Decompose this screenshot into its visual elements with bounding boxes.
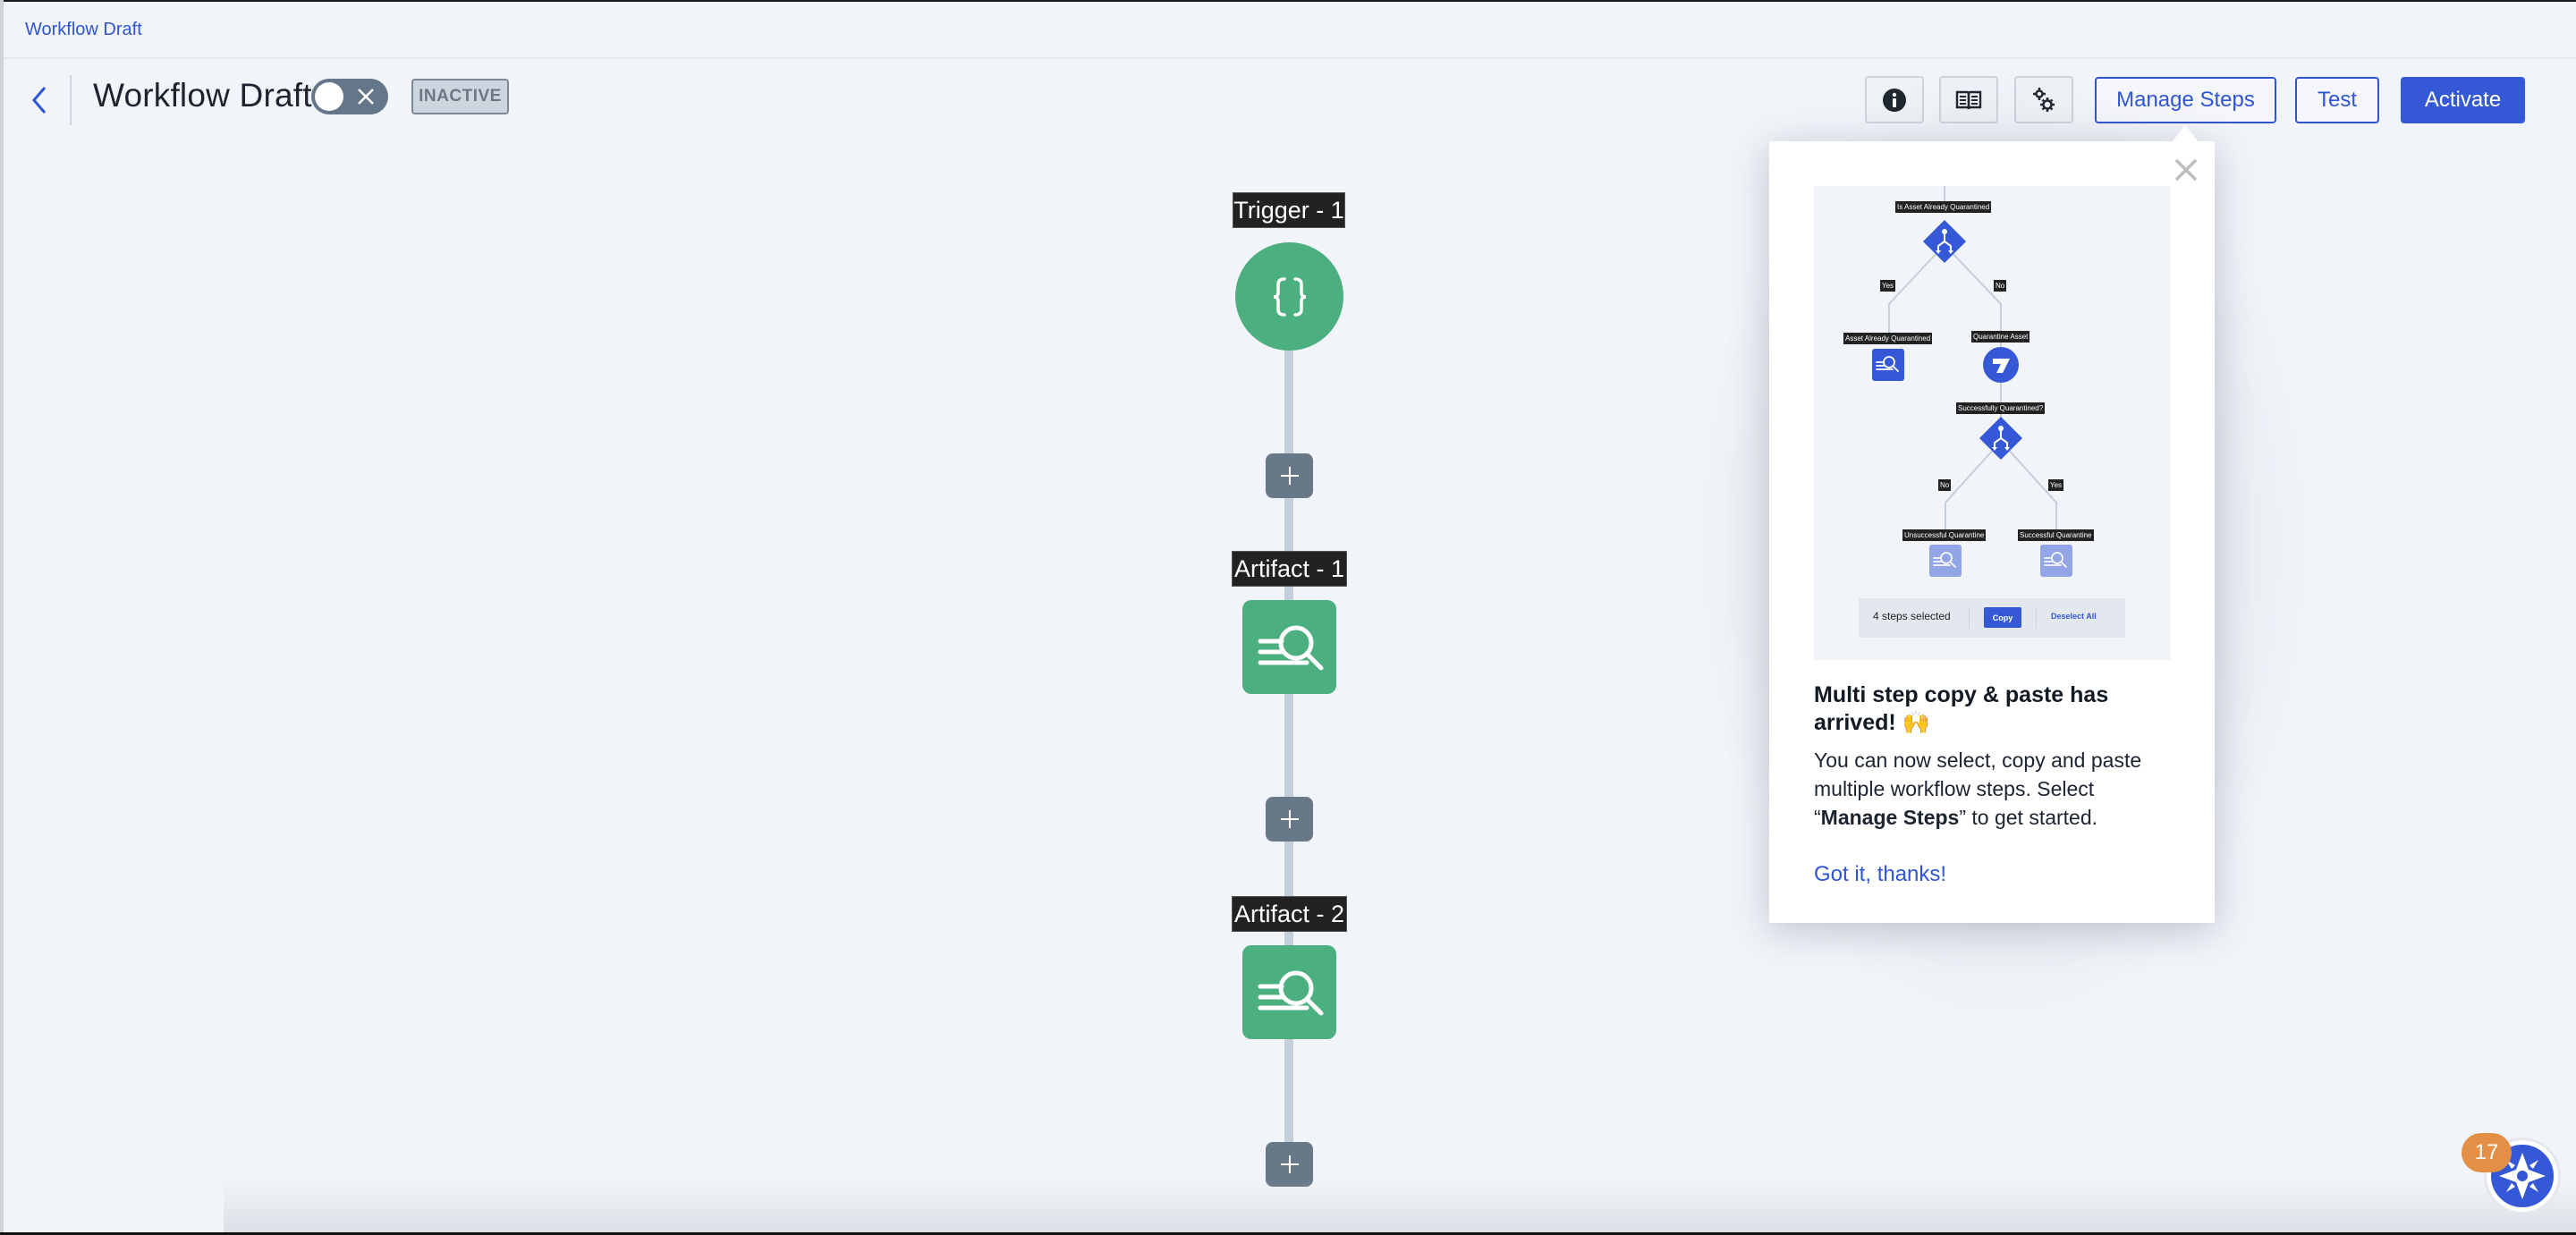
node-label-artifact-2: Artifact - 2	[1232, 896, 1347, 932]
mini-label-no-2: No	[1938, 479, 1952, 491]
mini-label-no-1: No	[1994, 280, 2007, 292]
mini-label-right-node: Quarantine Asset	[1971, 331, 2030, 343]
breadcrumb-workflow-draft[interactable]: Workflow Draft	[25, 20, 142, 40]
breadcrumb-bar: Workflow Draft	[4, 2, 2576, 59]
mini-artifact-node-left	[1872, 349, 1904, 381]
popover-title: Multi step copy & paste has arrived! 🙌	[1814, 682, 2109, 735]
window-left-edge	[0, 0, 4, 1235]
chevron-left-icon	[32, 87, 47, 114]
popover-close-button[interactable]	[2174, 157, 2199, 182]
mini-copy-button: Copy	[1984, 607, 2021, 628]
mini-label-decision-1: Is Asset Already Quarantined	[1895, 201, 1992, 213]
close-icon	[2174, 158, 2198, 182]
add-step-button[interactable]	[1266, 453, 1313, 498]
manage-steps-button[interactable]: Manage Steps	[2095, 77, 2276, 123]
documentation-button[interactable]	[1939, 76, 1998, 123]
mini-integration-node	[1983, 347, 2019, 383]
decision-diamond-1	[1922, 219, 1967, 264]
artifact-search-icon	[1258, 970, 1323, 1015]
artifact-node-2[interactable]	[1242, 945, 1336, 1039]
popover-body-bold: Manage Steps	[1820, 806, 1960, 829]
node-label-trigger-1: Trigger - 1	[1233, 192, 1345, 228]
mini-label-unsuccessful: Unsuccessful Quarantine	[1902, 529, 1987, 541]
add-step-button[interactable]	[1266, 797, 1313, 842]
plus-icon	[1280, 467, 1299, 485]
mini-selected-count: 4 steps selected	[1873, 610, 1951, 622]
back-button[interactable]	[27, 82, 54, 118]
popover-caret	[2172, 125, 2199, 142]
decision-diamond-2	[1979, 416, 2023, 461]
mini-label-successful: Successful Quarantine	[2018, 529, 2094, 541]
feature-preview-image: Is Asset Already Quarantined Yes No Asse…	[1814, 186, 2171, 660]
info-icon	[1883, 88, 1906, 112]
mini-deselect-all: Deselect All	[2051, 612, 2097, 621]
close-x-icon	[358, 89, 374, 105]
plus-icon	[1280, 810, 1299, 828]
mini-artifact-node-unsuccessful	[1929, 545, 1962, 577]
active-toggle[interactable]	[311, 79, 388, 114]
artifact-search-icon	[1258, 625, 1323, 670]
book-icon	[1955, 90, 1982, 109]
activate-button[interactable]: Activate	[2401, 77, 2525, 123]
header-divider	[70, 75, 72, 125]
guide-notification-badge: 17	[2462, 1133, 2512, 1172]
mini-label-decision-2: Successfully Quarantined?	[1956, 402, 2046, 414]
canvas-bottom-shadow	[224, 1179, 2576, 1232]
plus-icon	[1280, 1155, 1299, 1173]
artifact-node-1[interactable]	[1242, 600, 1336, 694]
toggle-knob	[315, 82, 343, 111]
page-title: Workflow Draft	[93, 77, 312, 114]
add-step-button[interactable]	[1266, 1142, 1313, 1187]
gears-icon	[2033, 87, 2055, 112]
preview-diagram-lines	[1872, 186, 2072, 577]
popover-body-suffix: ” to get started.	[1959, 806, 2098, 829]
settings-button[interactable]	[2014, 76, 2073, 123]
test-button[interactable]: Test	[2295, 77, 2379, 123]
node-label-artifact-1: Artifact - 1	[1232, 551, 1347, 587]
got-it-link[interactable]: Got it, thanks!	[1814, 862, 1946, 887]
info-button[interactable]	[1865, 76, 1924, 123]
mini-selection-toolbar: 4 steps selected Copy Deselect All	[1859, 598, 2125, 638]
mini-label-yes-2: Yes	[2048, 479, 2064, 491]
mini-label-left-node: Asset Already Quarantined	[1843, 333, 1933, 344]
popover-body: You can now select, copy and paste multi…	[1814, 746, 2181, 832]
mini-toolbar-divider	[1969, 607, 1970, 629]
trigger-node[interactable]	[1235, 242, 1343, 351]
mini-toolbar-divider	[2036, 607, 2037, 629]
status-badge: INACTIVE	[411, 79, 509, 114]
mini-label-yes-1: Yes	[1880, 280, 1896, 292]
mini-artifact-node-successful	[2040, 545, 2072, 577]
braces-icon	[1273, 276, 1306, 317]
